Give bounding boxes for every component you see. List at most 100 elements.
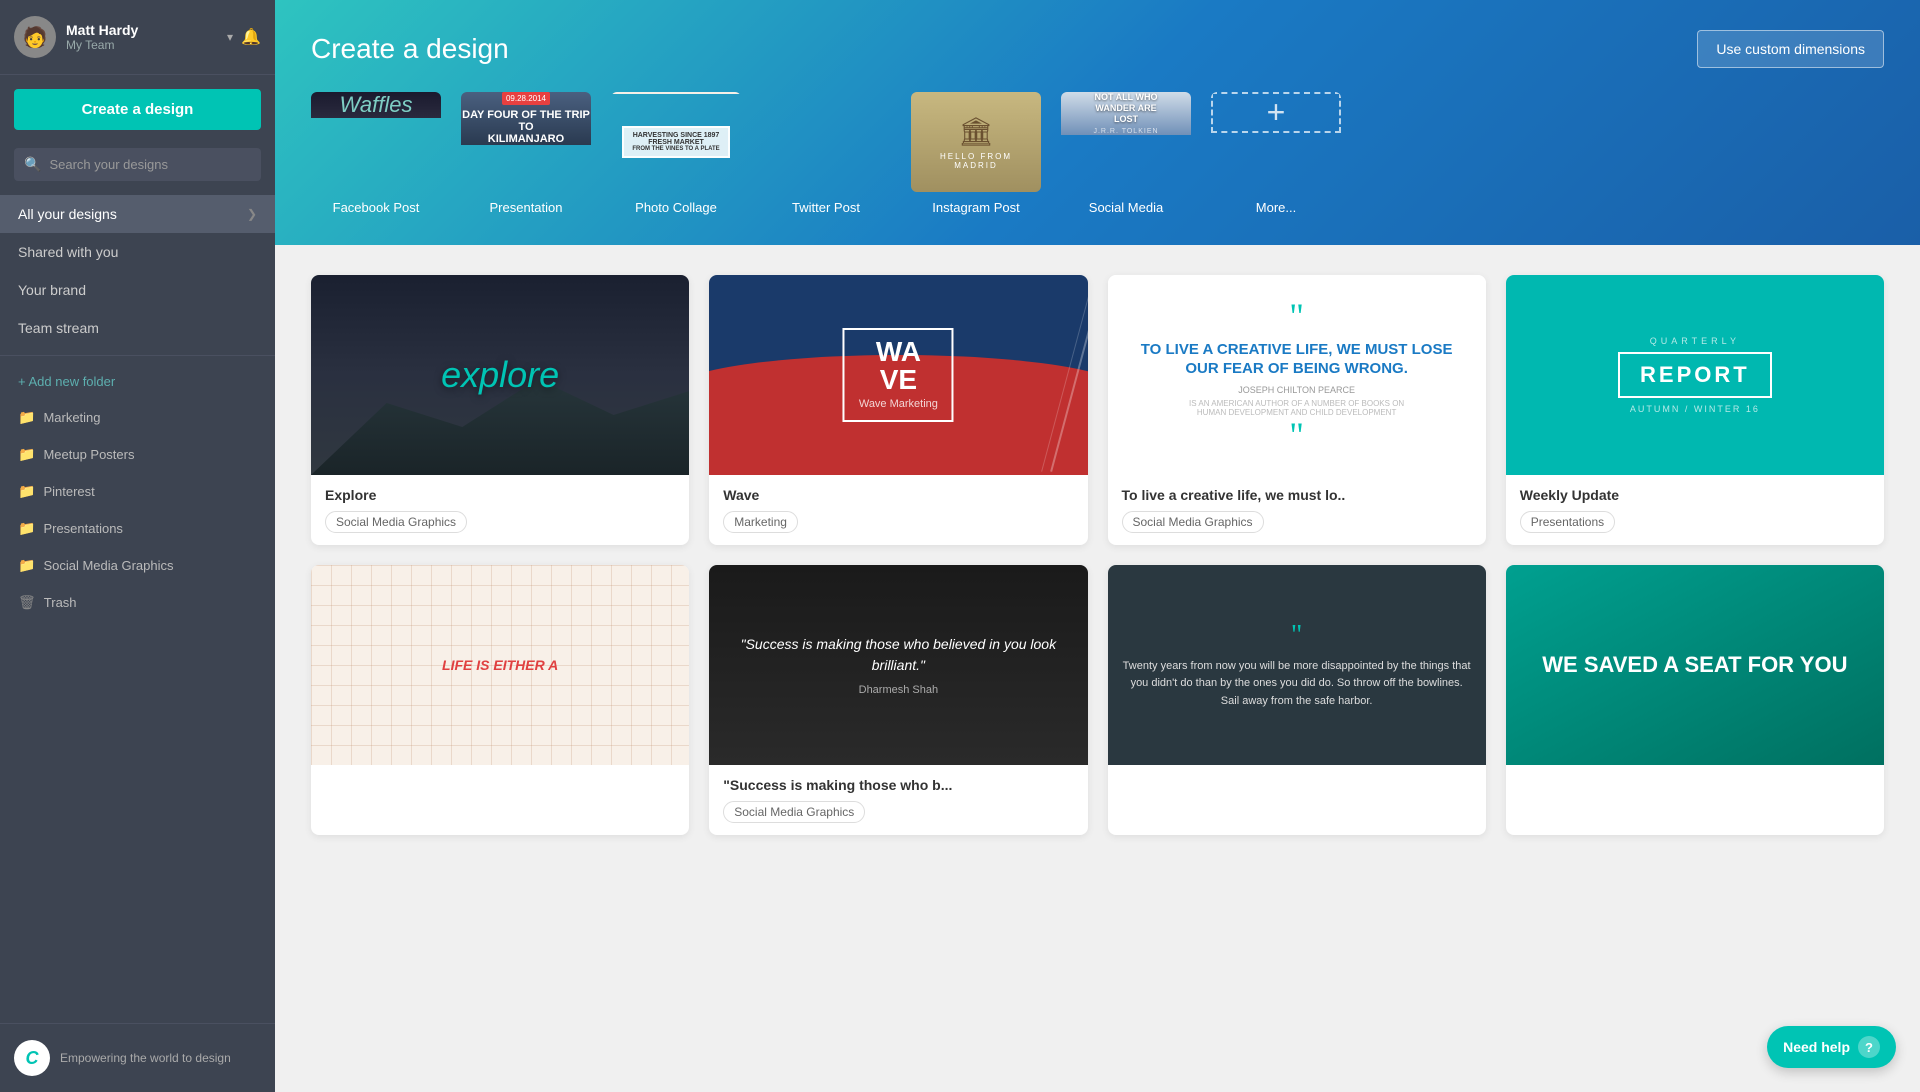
avatar: 🧑 (14, 16, 56, 58)
template-thumb-social-media: NOT ALL WHOWANDER ARELOST J.R.R. TOLKIEN (1061, 92, 1191, 192)
chevron-down-icon[interactable]: ▾ (227, 30, 233, 44)
add-folder-button[interactable]: + Add new folder (0, 364, 275, 399)
quote-text: TO LIVE A CREATIVE LIFE, WE MUST LOSE OU… (1128, 340, 1466, 379)
user-team: My Team (66, 38, 227, 52)
report-title: REPORT (1640, 362, 1750, 387)
explore-text: explore (441, 354, 559, 396)
card-info: To live a creative life, we must lo.. So… (1108, 475, 1486, 545)
sidebar-item-brand[interactable]: Your brand (0, 271, 275, 309)
sidebar-item-all-designs[interactable]: All your designs ❯ (0, 195, 275, 233)
template-facebook[interactable]: Waffles Facebook Post (311, 92, 441, 215)
folder-label: Presentations (43, 521, 123, 536)
report-quarterly: QUARTERLY (1650, 336, 1740, 346)
collage-overlay: HARVESTING SINCE 1897 FRESH MARKET FROM … (611, 92, 741, 192)
footer-tagline: Empowering the world to design (60, 1050, 231, 1067)
search-input[interactable] (49, 157, 251, 172)
template-social-media[interactable]: NOT ALL WHOWANDER ARELOST J.R.R. TOLKIEN… (1061, 92, 1191, 215)
divider (0, 355, 275, 356)
quote-author: JOSEPH CHILTON PEARCE (1238, 385, 1355, 395)
pres-date: 09.28.2014 (502, 92, 550, 105)
template-more[interactable]: + More... (1211, 92, 1341, 215)
folder-item-presentations[interactable]: 📁 Presentations (0, 510, 275, 547)
designs-grid: explore Explore Social Media Graphics WA… (275, 245, 1920, 865)
seat-text: WE SAVED A SEAT FOR YOU (1542, 652, 1847, 678)
folder-item-meetup[interactable]: 📁 Meetup Posters (0, 436, 275, 473)
sidebar-item-shared[interactable]: Shared with you (0, 233, 275, 271)
folder-item-social-media[interactable]: 📁 Social Media Graphics (0, 547, 275, 584)
custom-dimensions-button[interactable]: Use custom dimensions (1697, 30, 1884, 68)
folder-icon: 📁 (18, 520, 35, 537)
help-button[interactable]: Need help ? (1767, 1026, 1896, 1068)
card-tag[interactable]: Presentations (1520, 511, 1615, 533)
sidebar-item-label: Shared with you (18, 244, 118, 260)
quote-desc: IS AN AMERICAN AUTHOR OF A NUMBER OF BOO… (1189, 399, 1404, 417)
template-twitter[interactable]: THE WILSHIREMARKET Twitter Post (761, 92, 891, 215)
trash-icon: 🗑 (18, 594, 36, 611)
search-box: 🔍 (14, 148, 261, 181)
search-icon: 🔍 (24, 156, 41, 173)
card-thumb-seat: WE SAVED A SEAT FOR YOU (1506, 565, 1884, 765)
card-tag[interactable]: Social Media Graphics (1122, 511, 1264, 533)
card-title: Wave (723, 487, 1073, 503)
card-thumb-quote: " TO LIVE A CREATIVE LIFE, WE MUST LOSE … (1108, 275, 1486, 475)
folder-icon: 📁 (18, 483, 35, 500)
notification-icon[interactable]: 🔔 (241, 27, 261, 47)
chevron-right-icon: ❯ (247, 207, 257, 221)
template-label-presentation: Presentation (490, 200, 563, 215)
sidebar-item-team-stream[interactable]: Team stream (0, 309, 275, 347)
design-card-twenty[interactable]: " Twenty years from now you will be more… (1108, 565, 1486, 835)
card-info: Wave Marketing (709, 475, 1087, 545)
card-thumb-twenty: " Twenty years from now you will be more… (1108, 565, 1486, 765)
folder-item-trash[interactable]: 🗑 Trash (0, 584, 275, 621)
card-tag[interactable]: Social Media Graphics (723, 801, 865, 823)
open-quote-icon: " (1289, 298, 1304, 334)
map-text: LIFE IS EITHER A (442, 657, 558, 673)
page-title: Create a design (311, 33, 509, 65)
folder-label: Marketing (43, 410, 100, 425)
card-thumb-explore: explore (311, 275, 689, 475)
card-title: To live a creative life, we must lo.. (1122, 487, 1472, 503)
folder-icon: 📁 (18, 557, 35, 574)
template-thumb-instagram: 🏛 HELLO FROMMADRID (911, 92, 1041, 192)
folder-item-marketing[interactable]: 📁 Marketing (0, 399, 275, 436)
folder-label: Pinterest (43, 484, 94, 499)
template-thumb-presentation: 09.28.2014 DAY FOUR OF THE TRIP TOKILIMA… (461, 92, 591, 192)
card-title: Explore (325, 487, 675, 503)
card-thumb-report: QUARTERLY REPORT AUTUMN / WINTER 16 (1506, 275, 1884, 475)
template-collage[interactable]: HARVESTING SINCE 1897 FRESH MARKET FROM … (611, 92, 741, 215)
folder-icon: 📁 (18, 409, 35, 426)
card-thumb-map: LIFE IS EITHER A (311, 565, 689, 765)
template-instagram[interactable]: 🏛 HELLO FROMMADRID Instagram Post (911, 92, 1041, 215)
design-card-explore[interactable]: explore Explore Social Media Graphics (311, 275, 689, 545)
collage-text-box: HARVESTING SINCE 1897 FRESH MARKET FROM … (622, 126, 729, 158)
design-card-quote[interactable]: " TO LIVE A CREATIVE LIFE, WE MUST LOSE … (1108, 275, 1486, 545)
design-card-map[interactable]: LIFE IS EITHER A (311, 565, 689, 835)
sidebar-item-label: All your designs (18, 206, 117, 222)
report-season: AUTUMN / WINTER 16 (1630, 404, 1760, 414)
card-info: Weekly Update Presentations (1506, 475, 1884, 545)
template-presentation[interactable]: 09.28.2014 DAY FOUR OF THE TRIP TOKILIMA… (461, 92, 591, 215)
sidebar-item-label: Your brand (18, 282, 86, 298)
card-title: "Success is making those who b... (723, 777, 1073, 793)
template-thumb-more: + (1211, 92, 1341, 192)
card-tag[interactable]: Social Media Graphics (325, 511, 467, 533)
design-card-seat[interactable]: WE SAVED A SEAT FOR YOU (1506, 565, 1884, 835)
wave-subtitle: Wave Marketing (859, 398, 938, 410)
folder-label: Social Media Graphics (43, 558, 173, 573)
card-info (311, 765, 689, 797)
design-card-wave[interactable]: WAVE Wave Marketing Wave Marketing (709, 275, 1087, 545)
card-tag[interactable]: Marketing (723, 511, 798, 533)
create-design-button[interactable]: Create a design (14, 89, 261, 130)
design-card-success[interactable]: "Success is making those who believed in… (709, 565, 1087, 835)
folder-item-pinterest[interactable]: 📁 Pinterest (0, 473, 275, 510)
success-text: "Success is making those who believed in… (725, 634, 1071, 676)
template-label-collage: Photo Collage (635, 200, 717, 215)
template-thumb-collage: HARVESTING SINCE 1897 FRESH MARKET FROM … (611, 92, 741, 192)
template-label-more: More... (1256, 200, 1296, 215)
user-name: Matt Hardy (66, 22, 227, 38)
card-info: "Success is making those who b... Social… (709, 765, 1087, 835)
wave-title: WAVE (859, 338, 938, 394)
wave-text-box: WAVE Wave Marketing (843, 328, 954, 422)
design-card-report[interactable]: QUARTERLY REPORT AUTUMN / WINTER 16 Week… (1506, 275, 1884, 545)
card-info: Explore Social Media Graphics (311, 475, 689, 545)
